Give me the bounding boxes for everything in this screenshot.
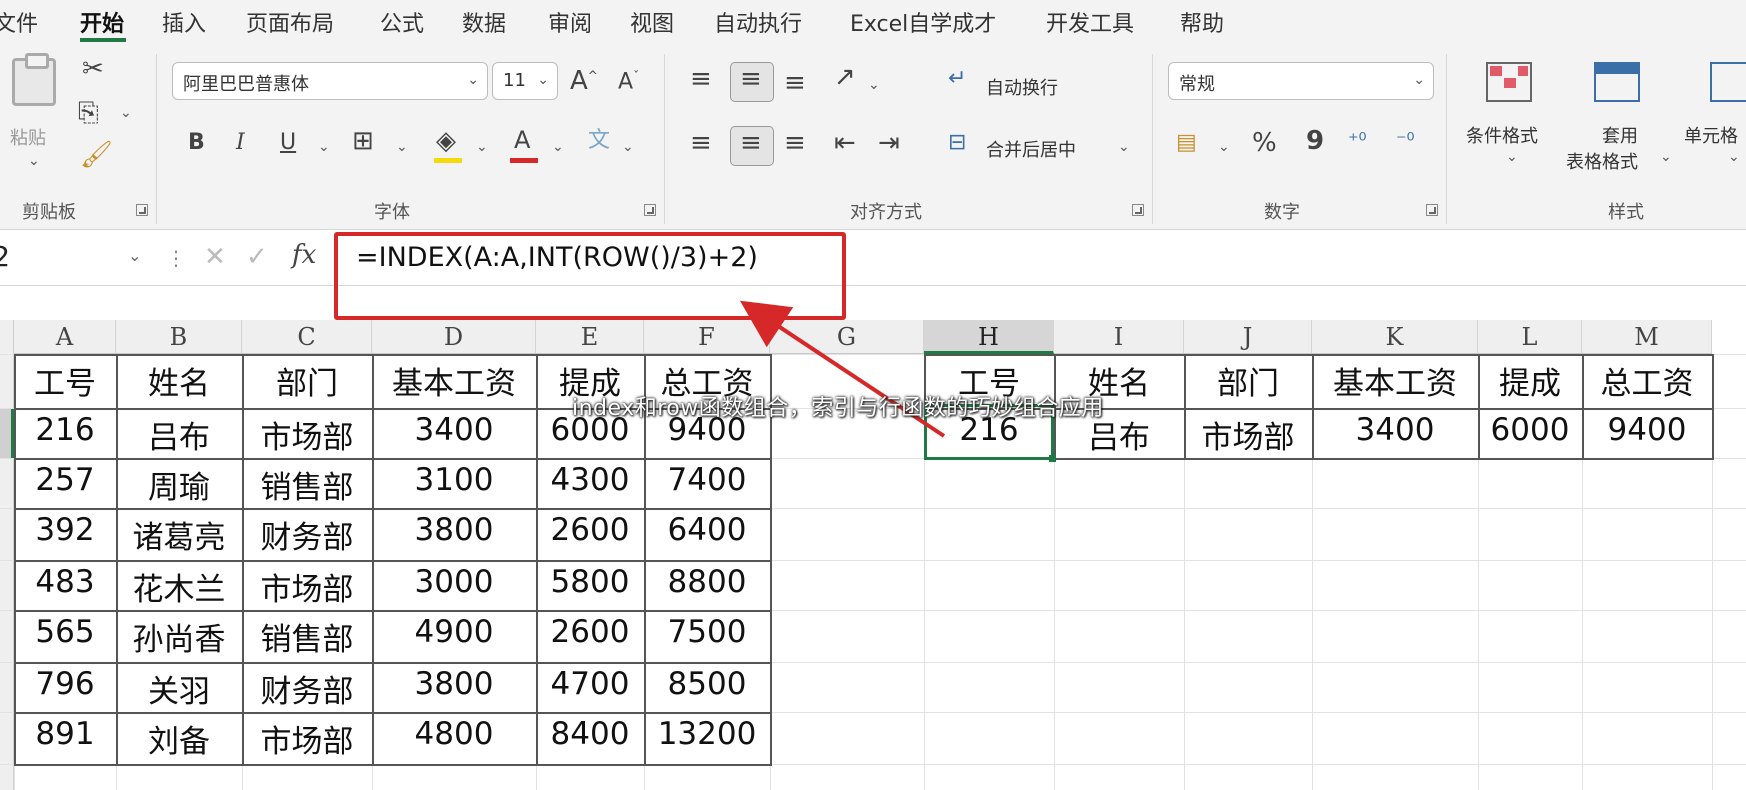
image-caption: index和row函数组合，索引与行函数的巧妙组合应用 [572, 396, 1104, 421]
